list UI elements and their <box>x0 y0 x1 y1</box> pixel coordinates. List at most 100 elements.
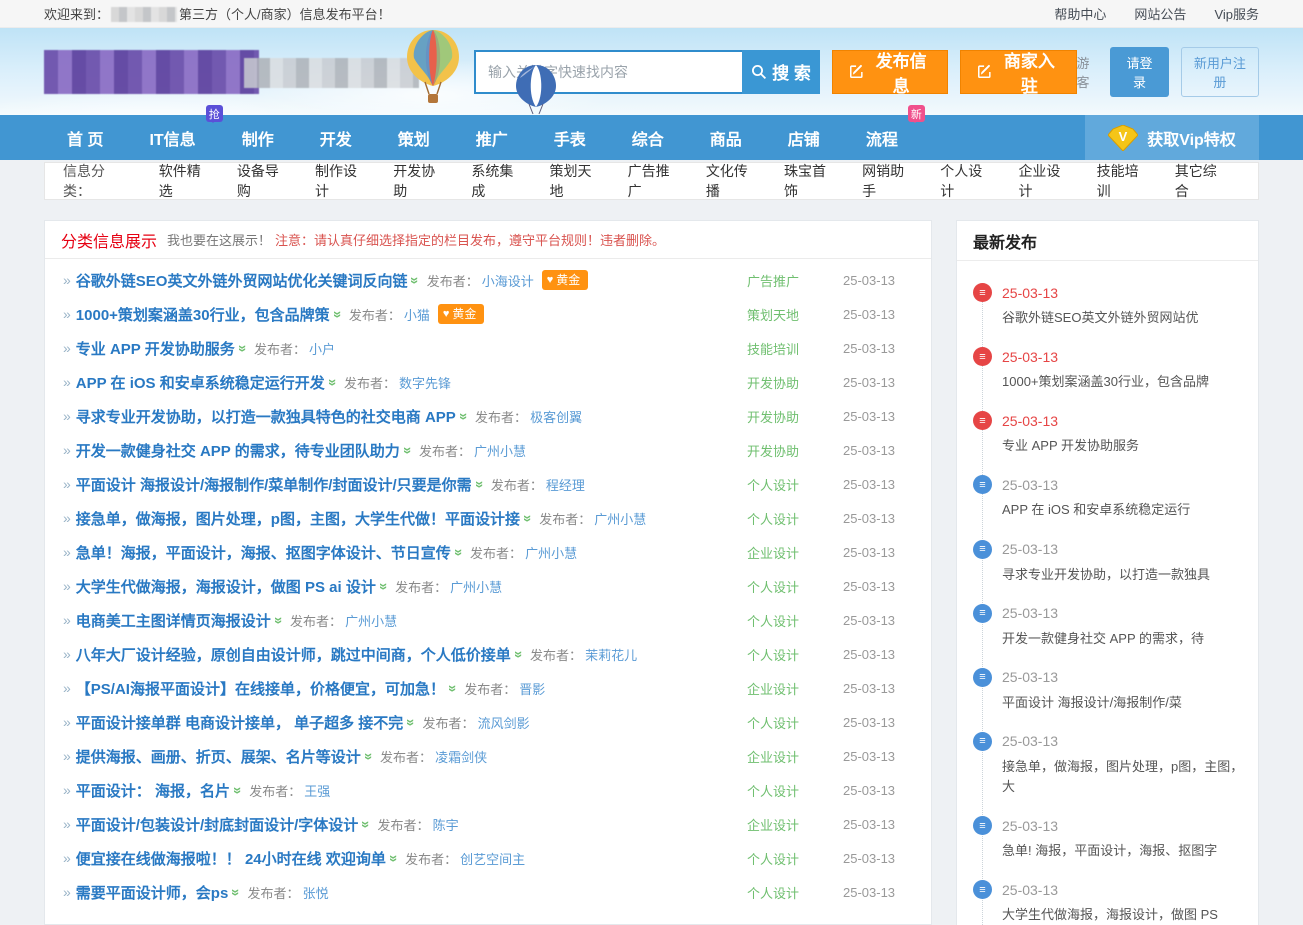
category-tag-link[interactable]: 个人设计 <box>727 883 819 902</box>
publisher-link[interactable]: 流风剑影 <box>478 713 530 732</box>
post-title-link[interactable]: 提供海报、画册、折页、展架、名片等设计 <box>76 746 361 767</box>
post-title-link[interactable]: 大学生代做海报，海报设计，做图 PS ai 设计 <box>76 576 376 597</box>
category-tag-link[interactable]: 开发协助 <box>727 373 819 392</box>
post-title-link[interactable]: 八年大厂设计经验，原创自由设计师，跳过中间商，个人低价接单 <box>76 644 511 665</box>
post-title-link[interactable]: 平面设计接单群 电商设计接单， 单子超多 接不完 <box>76 712 404 733</box>
post-title-link[interactable]: APP 在 iOS 和安卓系统稳定运行开发 <box>76 372 325 393</box>
latest-item-title[interactable]: APP 在 iOS 和安卓系统稳定运行 <box>1002 500 1244 520</box>
category-link[interactable]: 策划天地 <box>537 161 615 201</box>
list-item[interactable]: ≡ 25-03-13 接急单，做海报，图片处理，p图，主图，大 <box>973 732 1244 797</box>
category-tag-link[interactable]: 开发协助 <box>727 441 819 460</box>
vip-privilege-button[interactable]: V 获取Vip特权 <box>1085 115 1259 160</box>
category-tag-link[interactable]: 个人设计 <box>727 577 819 596</box>
nav-item[interactable]: 商品 <box>687 115 765 160</box>
publisher-link[interactable]: 小猫 <box>404 305 430 324</box>
publisher-link[interactable]: 茉莉花儿 <box>585 645 637 664</box>
category-tag-link[interactable]: 企业设计 <box>727 815 819 834</box>
post-title-link[interactable]: 电商美工主图详情页海报设计 <box>76 610 271 631</box>
table-row[interactable]: » 提供海报、画册、折页、展架、名片等设计 » 发布者： 凌霜剑侠 ♥ 企业设计… <box>45 739 931 773</box>
nav-item[interactable]: 店铺 <box>765 115 843 160</box>
post-title-link[interactable]: 平面设计 海报设计/海报制作/菜单制作/封面设计/只要是你需 <box>76 474 472 495</box>
publisher-link[interactable]: 广州小慧 <box>474 441 526 460</box>
category-tag-link[interactable]: 个人设计 <box>727 509 819 528</box>
post-title-link[interactable]: 需要平面设计师，会ps <box>76 882 229 903</box>
category-tag-link[interactable]: 开发协助 <box>727 407 819 426</box>
table-row[interactable]: » APP 在 iOS 和安卓系统稳定运行开发 » 发布者： 数字先锋 ♥ 开发… <box>45 365 931 399</box>
list-item[interactable]: ≡ 25-03-13 急单! 海报，平面设计，海报、抠图字 <box>973 816 1244 861</box>
post-title-link[interactable]: 【PS/AI海报平面设计】在线接单，价格便宜，可加急！ <box>76 678 445 699</box>
publisher-link[interactable]: 陈宇 <box>433 815 459 834</box>
nav-item[interactable]: 策划 <box>375 115 453 160</box>
latest-item-title[interactable]: 大学生代做海报，海报设计，做图 PS <box>1002 905 1244 925</box>
table-row[interactable]: » 专业 APP 开发协助服务 » 发布者： 小户 ♥ 技能培训 25-03-1… <box>45 331 931 365</box>
site-logo-censored[interactable] <box>44 44 384 96</box>
list-item[interactable]: ≡ 25-03-13 大学生代做海报，海报设计，做图 PS <box>973 880 1244 925</box>
publish-info-button[interactable]: 发布信息 <box>832 50 948 94</box>
post-title-link[interactable]: 谷歌外链SEO英文外链外贸网站优化关键词反向链 <box>76 270 408 291</box>
nav-item[interactable]: 推广 <box>453 115 531 160</box>
nav-item[interactable]: 开发 <box>297 115 375 160</box>
register-button[interactable]: 新用户注册 <box>1181 47 1259 97</box>
table-row[interactable]: » 谷歌外链SEO英文外链外贸网站优化关键词反向链 » 发布者： 小海设计 ♥黄… <box>45 263 931 297</box>
post-title-link[interactable]: 寻求专业开发协助，以打造一款独具特色的社交电商 APP <box>76 406 456 427</box>
list-item[interactable]: ≡ 25-03-13 寻求专业开发协助，以打造一款独具 <box>973 540 1244 585</box>
post-title-link[interactable]: 平面设计： 海报，名片 <box>76 780 230 801</box>
list-item[interactable]: ≡ 25-03-13 APP 在 iOS 和安卓系统稳定运行 <box>973 475 1244 520</box>
table-row[interactable]: » 平面设计/包装设计/封底封面设计/字体设计 » 发布者： 陈宇 ♥ 企业设计… <box>45 807 931 841</box>
publisher-link[interactable]: 创艺空间主 <box>460 849 525 868</box>
latest-item-title[interactable]: 寻求专业开发协助，以打造一款独具 <box>1002 565 1244 585</box>
category-tag-link[interactable]: 技能培训 <box>727 339 819 358</box>
post-title-link[interactable]: 开发一款健身社交 APP 的需求，待专业团队助力 <box>76 440 400 461</box>
category-link[interactable]: 软件精选 <box>146 161 224 201</box>
nav-item[interactable]: 首 页 <box>44 115 126 160</box>
table-row[interactable]: » 寻求专业开发协助，以打造一款独具特色的社交电商 APP » 发布者： 极客创… <box>45 399 931 433</box>
category-link[interactable]: 技能培训 <box>1084 161 1162 201</box>
category-tag-link[interactable]: 个人设计 <box>727 781 819 800</box>
nav-item[interactable]: 制作 <box>219 115 297 160</box>
category-link[interactable]: 珠宝首饰 <box>771 161 849 201</box>
table-row[interactable]: » 平面设计 海报设计/海报制作/菜单制作/封面设计/只要是你需 » 发布者： … <box>45 467 931 501</box>
post-title-link[interactable]: 专业 APP 开发协助服务 <box>76 338 235 359</box>
latest-item-title[interactable]: 接急单，做海报，图片处理，p图，主图，大 <box>1002 757 1244 797</box>
post-title-link[interactable]: 1000+策划案涵盖30行业，包含品牌策 <box>76 304 330 325</box>
nav-item[interactable]: 抢 IT信息 <box>126 115 218 160</box>
top-link[interactable]: Vip服务 <box>1214 4 1259 23</box>
category-tag-link[interactable]: 个人设计 <box>727 611 819 630</box>
list-item[interactable]: ≡ 25-03-13 谷歌外链SEO英文外链外贸网站优 <box>973 283 1244 328</box>
list-item[interactable]: ≡ 25-03-13 开发一款健身社交 APP 的需求，待 <box>973 604 1244 649</box>
category-tag-link[interactable]: 个人设计 <box>727 713 819 732</box>
publisher-link[interactable]: 广州小慧 <box>450 577 502 596</box>
login-button[interactable]: 请登录 <box>1110 47 1169 97</box>
nav-item[interactable]: 新 流程 <box>843 115 921 160</box>
category-link[interactable]: 制作设计 <box>302 161 380 201</box>
table-row[interactable]: » 1000+策划案涵盖30行业，包含品牌策 » 发布者： 小猫 ♥黄金 策划天… <box>45 297 931 331</box>
publisher-link[interactable]: 极客创翼 <box>530 407 582 426</box>
table-row[interactable]: » 电商美工主图详情页海报设计 » 发布者： 广州小慧 ♥ 个人设计 25-03… <box>45 603 931 637</box>
top-link[interactable]: 帮助中心 <box>1054 4 1106 23</box>
latest-item-title[interactable]: 急单! 海报，平面设计，海报、抠图字 <box>1002 841 1244 861</box>
latest-item-title[interactable]: 专业 APP 开发协助服务 <box>1002 436 1244 456</box>
table-row[interactable]: » 平面设计接单群 电商设计接单， 单子超多 接不完 » 发布者： 流风剑影 ♥… <box>45 705 931 739</box>
top-link[interactable]: 网站公告 <box>1134 4 1186 23</box>
post-title-link[interactable]: 平面设计/包装设计/封底封面设计/字体设计 <box>76 814 359 835</box>
table-row[interactable]: » 急单！海报，平面设计，海报、抠图字体设计、节日宣传 » 发布者： 广州小慧 … <box>45 535 931 569</box>
category-link[interactable]: 文化传播 <box>693 161 771 201</box>
publisher-link[interactable]: 凌霜剑侠 <box>435 747 487 766</box>
publisher-link[interactable]: 数字先锋 <box>399 373 451 392</box>
publisher-link[interactable]: 张悦 <box>303 883 329 902</box>
category-tag-link[interactable]: 策划天地 <box>727 305 819 324</box>
publisher-link[interactable]: 广州小慧 <box>345 611 397 630</box>
search-button[interactable]: 搜 索 <box>742 50 820 94</box>
table-row[interactable]: » 便宜接在线做海报啦！！ 24小时在线 欢迎询单 » 发布者： 创艺空间主 ♥… <box>45 841 931 875</box>
list-item[interactable]: ≡ 25-03-13 1000+策划案涵盖30行业，包含品牌 <box>973 347 1244 392</box>
category-link[interactable]: 个人设计 <box>927 161 1005 201</box>
list-item[interactable]: ≡ 25-03-13 平面设计 海报设计/海报制作/菜 <box>973 668 1244 713</box>
category-link[interactable]: 其它综合 <box>1162 161 1240 201</box>
category-tag-link[interactable]: 企业设计 <box>727 747 819 766</box>
category-link[interactable]: 设备导购 <box>224 161 302 201</box>
publisher-link[interactable]: 广州小慧 <box>594 509 646 528</box>
category-tag-link[interactable]: 个人设计 <box>727 475 819 494</box>
latest-item-title[interactable]: 平面设计 海报设计/海报制作/菜 <box>1002 693 1244 713</box>
category-link[interactable]: 网销助手 <box>849 161 927 201</box>
post-title-link[interactable]: 便宜接在线做海报啦！！ 24小时在线 欢迎询单 <box>76 848 386 869</box>
